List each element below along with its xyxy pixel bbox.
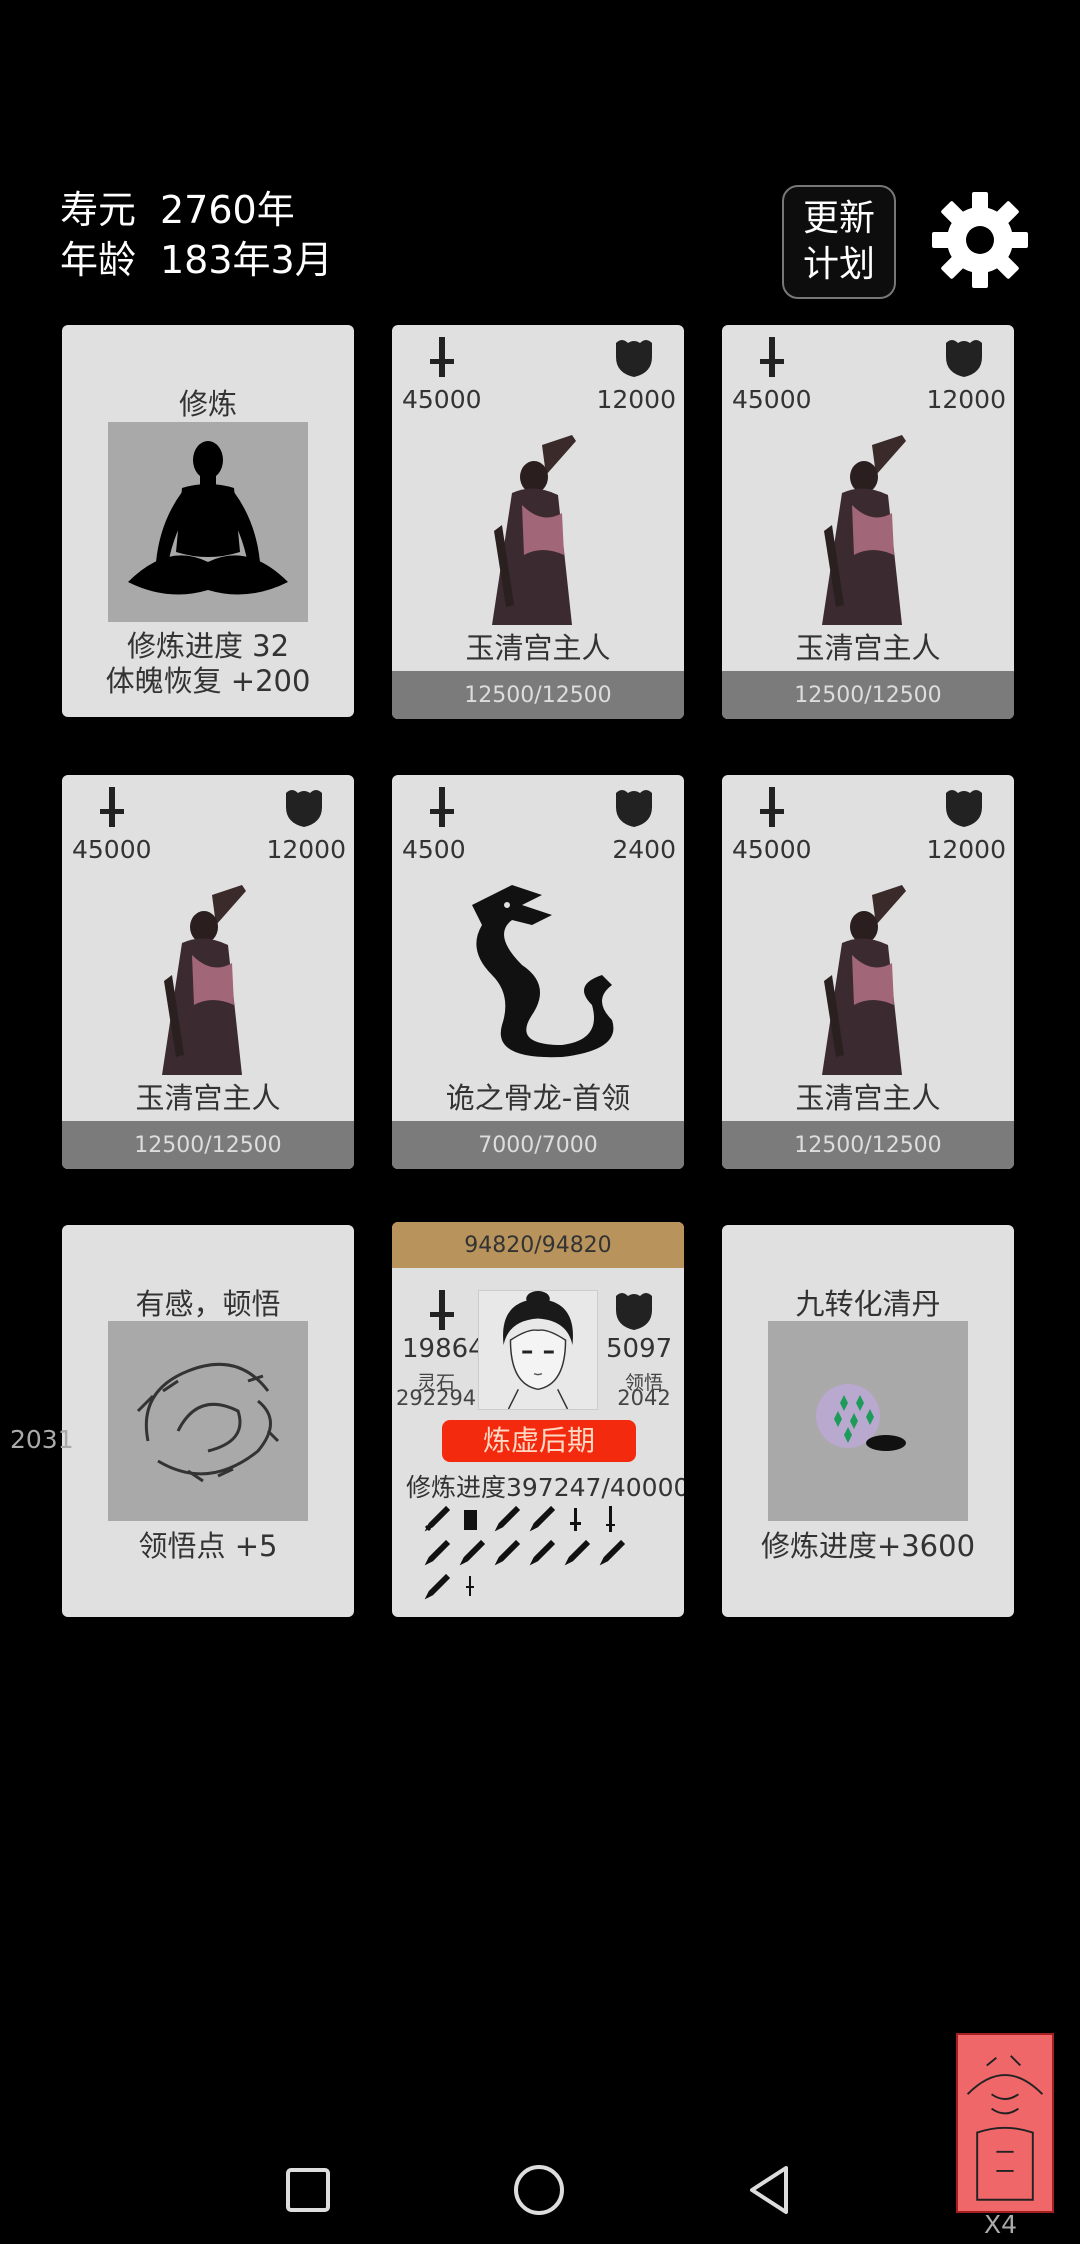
- player-stats: 寿元 2760年 年龄 183年3月: [60, 185, 333, 285]
- enemy-portrait: [492, 435, 576, 625]
- defense-value: 2400: [612, 835, 676, 864]
- back-nav-icon[interactable]: [740, 2160, 800, 2220]
- pill-image: [768, 1321, 968, 1521]
- enemy-card[interactable]: 45000 12000 玉清宫主人 12500/12500: [62, 775, 354, 1169]
- sword-icon[interactable]: [595, 1538, 626, 1569]
- cultivate-title: 修炼: [178, 387, 237, 421]
- body-recover: 体魄恢复 +200: [105, 664, 311, 698]
- side-counter: 2031: [10, 1425, 74, 1454]
- speed-multiplier[interactable]: X4: [984, 2210, 1017, 2239]
- age-value: 183年3月: [160, 238, 333, 282]
- sword-icon[interactable]: [490, 1504, 521, 1535]
- enemy-hp-bar: 12500/12500: [722, 671, 1014, 719]
- seal-icon: [966, 2055, 1044, 2201]
- pill-card[interactable]: 九转化清丹 修炼进度+3600: [722, 1225, 1014, 1617]
- weapon-inventory: [420, 1504, 660, 1603]
- dragon-icon: [472, 885, 614, 1058]
- enemy-hp-bar: 7000/7000: [392, 1121, 684, 1169]
- enemy-hp-bar: 12500/12500: [392, 671, 684, 719]
- attack-value: 45000: [402, 385, 482, 414]
- enemy-portrait: [822, 885, 906, 1075]
- sword-icon: [430, 787, 454, 827]
- shield-icon: [616, 790, 652, 827]
- dagger-icon[interactable]: [560, 1504, 591, 1535]
- sword-icon: [430, 1290, 454, 1330]
- enemy-name: 玉清宫主人: [795, 631, 941, 665]
- enemy-card[interactable]: 45000 12000 玉清宫主人 12500/12500: [722, 775, 1014, 1169]
- enemy-portrait: [162, 885, 246, 1075]
- player-card[interactable]: 94820/94820 19864 灵石 292294 5097 领悟 2042…: [392, 1222, 684, 1617]
- sword-icon: [430, 337, 454, 377]
- enemy-name: 玉清宫主人: [465, 631, 611, 665]
- attack-value: 45000: [72, 835, 152, 864]
- gear-icon[interactable]: [930, 190, 1030, 290]
- shield-icon: [286, 790, 322, 827]
- sword-icon[interactable]: [455, 1538, 486, 1569]
- meditation-image: [108, 422, 308, 622]
- attack-value: 45000: [732, 835, 812, 864]
- enemy-name: 玉清宫主人: [795, 1081, 941, 1115]
- dagger-icon[interactable]: [455, 1572, 486, 1603]
- armor-icon[interactable]: [455, 1504, 486, 1535]
- enemy-hp-bar: 12500/12500: [722, 1121, 1014, 1169]
- calligraphy-swirl-icon: [136, 1362, 280, 1483]
- defense-value: 12000: [596, 385, 676, 414]
- sword-icon: [760, 337, 784, 377]
- insight-card[interactable]: 有感，顿悟 领悟点 +5: [62, 1225, 354, 1617]
- sword-icon: [760, 787, 784, 827]
- comprehension-value: 2042: [617, 1386, 671, 1410]
- home-nav-icon[interactable]: [509, 2160, 569, 2220]
- dagger-icon[interactable]: [595, 1504, 626, 1535]
- sword-icon[interactable]: [560, 1538, 591, 1569]
- attack-value: 45000: [732, 385, 812, 414]
- lifespan-label: 寿元: [60, 188, 137, 232]
- defense-value: 12000: [926, 385, 1006, 414]
- sword-icon[interactable]: [525, 1504, 556, 1535]
- pill-icon: [816, 1384, 906, 1451]
- insight-reward: 领悟点 +5: [138, 1529, 278, 1563]
- stones-value: 292294: [396, 1386, 477, 1410]
- enemy-card[interactable]: 45000 12000 玉清宫主人 12500/12500: [722, 325, 1014, 719]
- insight-title: 有感，顿悟: [135, 1287, 281, 1321]
- sword-icon[interactable]: [420, 1572, 451, 1603]
- attack-value: 4500: [402, 835, 466, 864]
- shield-icon: [946, 790, 982, 827]
- player-portrait-icon: [503, 1291, 573, 1410]
- shield-icon: [616, 1293, 652, 1330]
- recents-nav-icon[interactable]: [278, 2160, 338, 2220]
- realm-badge: 炼虚后期: [442, 1420, 636, 1462]
- meditation-silhouette-icon: [128, 441, 288, 595]
- player-attack: 19864: [402, 1334, 485, 1364]
- enemy-hp-bar: 12500/12500: [62, 1121, 354, 1169]
- sword-icon[interactable]: [525, 1538, 556, 1569]
- update-plan-button[interactable]: 更新 计划: [782, 185, 896, 299]
- sword-icon[interactable]: [420, 1504, 451, 1535]
- player-avatar: [478, 1290, 598, 1410]
- defense-value: 12000: [926, 835, 1006, 864]
- player-defense: 5097: [606, 1334, 673, 1364]
- sword-icon[interactable]: [490, 1538, 521, 1569]
- cultivate-card[interactable]: 修炼 修炼进度 32 体魄恢复 +200: [62, 325, 354, 717]
- insight-image: [108, 1321, 308, 1521]
- seal-button[interactable]: [956, 2033, 1054, 2213]
- pill-title: 九转化清丹: [795, 1287, 941, 1321]
- sword-icon: [100, 787, 124, 827]
- enemy-name: 诡之骨龙-首领: [445, 1081, 631, 1115]
- lifespan-value: 2760年: [160, 188, 295, 232]
- age-label: 年龄: [60, 238, 137, 282]
- enemy-card[interactable]: 45000 12000 玉清宫主人 12500/12500: [392, 325, 684, 719]
- defense-value: 12000: [266, 835, 346, 864]
- player-progress: 修炼进度397247/400000: [406, 1473, 684, 1502]
- enemy-card-boss[interactable]: 4500 2400 诡之骨龙-首领 7000/7000: [392, 775, 684, 1169]
- shield-icon: [616, 340, 652, 377]
- player-hp-bar: 94820/94820: [392, 1222, 684, 1268]
- enemy-name: 玉清宫主人: [135, 1081, 281, 1115]
- pill-reward: 修炼进度+3600: [760, 1529, 976, 1563]
- sword-icon[interactable]: [420, 1538, 451, 1569]
- enemy-portrait: [822, 435, 906, 625]
- shield-icon: [946, 340, 982, 377]
